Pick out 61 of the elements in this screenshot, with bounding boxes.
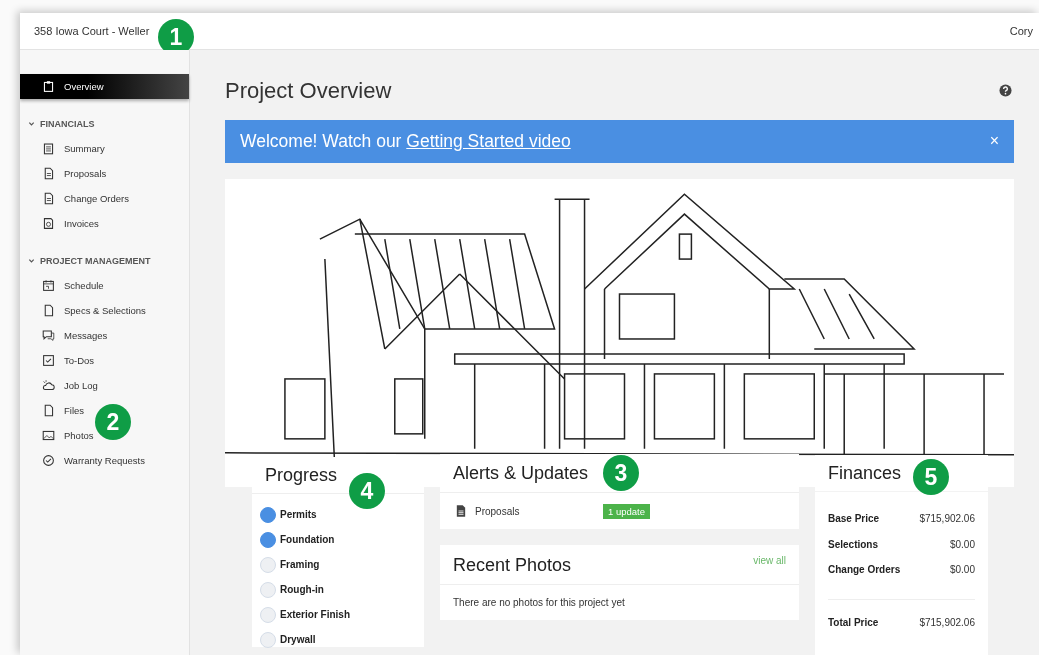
banner-text: Welcome! Watch our Getting Started video — [240, 130, 571, 152]
finance-value: $0.00 — [949, 538, 975, 550]
callout-badge: 3 — [603, 455, 639, 491]
step-label: Exterior Finish — [280, 609, 350, 620]
nav-item[interactable]: Specs & Selections — [20, 298, 146, 323]
finance-label: Base Price — [828, 513, 880, 525]
step-label: Foundation — [280, 534, 335, 545]
finance-value: $715,902.06 — [919, 513, 975, 525]
nav-item[interactable]: Change Orders — [20, 186, 129, 211]
chevron-down-icon — [28, 257, 35, 264]
page-title: Project Overview — [225, 78, 392, 104]
clipboard-icon — [42, 80, 55, 93]
finance-value: $0.00 — [949, 564, 975, 576]
check-circle-icon — [42, 454, 55, 467]
help-icon[interactable] — [999, 83, 1012, 97]
nav-item[interactable]: Files — [20, 398, 85, 423]
document-icon — [456, 505, 466, 517]
finance-label: Total Price — [828, 617, 879, 628]
nav-item[interactable]: Photos — [20, 423, 94, 448]
finance-label: Selections — [828, 538, 879, 550]
callout-badge: 4 — [349, 473, 385, 509]
step-label: Framing — [280, 559, 320, 570]
nav-item[interactable]: Messages — [20, 323, 108, 348]
project-name: 358 Iowa Court - Weller — [34, 25, 150, 37]
nav-item[interactable]: Invoices — [20, 211, 99, 236]
card-title: Finances — [828, 462, 902, 484]
nav-item[interactable]: Proposals — [20, 161, 107, 186]
document-icon — [42, 167, 55, 180]
image-icon — [42, 429, 55, 442]
nav-item[interactable]: Summary — [20, 136, 105, 161]
nav-item[interactable]: Job Log — [20, 373, 98, 398]
alert-label[interactable]: Proposals — [475, 505, 603, 517]
nav-item[interactable]: Overview — [20, 74, 189, 99]
checkbox-icon — [42, 354, 55, 367]
invoice-icon — [42, 217, 55, 230]
card-title: Progress — [265, 464, 338, 486]
cloud-icon — [42, 379, 55, 392]
chevron-down-icon — [28, 120, 35, 127]
user-name[interactable]: Cory — [1009, 25, 1033, 37]
callout-badge: 2 — [95, 404, 131, 440]
list-icon — [42, 142, 55, 155]
finance-value: $715,902.06 — [919, 617, 975, 628]
section-header[interactable]: PROJECT MANAGEMENT — [20, 248, 189, 273]
chat-icon — [42, 329, 55, 342]
step-label: Drywall — [280, 634, 316, 645]
file-icon — [42, 404, 55, 417]
empty-message: There are no photos for this project yet — [452, 596, 626, 610]
nav-item[interactable]: To-Dos — [20, 348, 95, 373]
update-badge: 1 update — [603, 503, 650, 519]
document-icon — [42, 192, 55, 205]
step-label: Permits — [280, 509, 317, 520]
file-icon — [42, 304, 55, 317]
card-title: Recent Photos — [453, 555, 572, 576]
callout-badge: 5 — [913, 459, 949, 495]
section-header[interactable]: FINANCIALS — [20, 111, 189, 136]
calendar-icon — [42, 279, 55, 292]
step-label: Rough-in — [280, 584, 324, 595]
card-title: Alerts & Updates — [453, 462, 589, 484]
nav-item[interactable]: Schedule — [20, 273, 104, 298]
nav-item[interactable]: Warranty Requests — [20, 448, 145, 473]
finance-label: Change Orders — [828, 564, 901, 576]
